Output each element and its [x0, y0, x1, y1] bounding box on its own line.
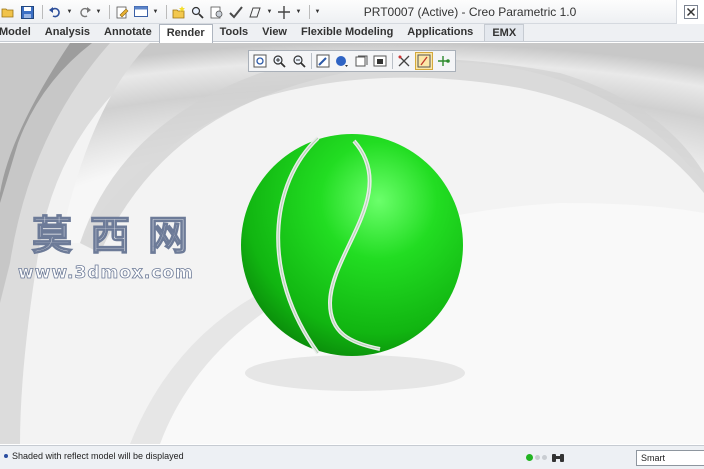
separator: [166, 5, 167, 19]
separator: [392, 53, 394, 69]
view-toolbar: [248, 50, 456, 72]
status-light-gray: [535, 455, 540, 460]
ribbon-tab-bar: Model Analysis Annotate Render Tools Vie…: [0, 24, 704, 43]
watermark-chinese: 莫西网: [31, 211, 206, 259]
undo-dropdown-icon[interactable]: ▼: [66, 4, 73, 20]
separator: [310, 53, 312, 69]
settings-icon[interactable]: [209, 4, 225, 20]
datum-icon[interactable]: [276, 4, 292, 20]
new-folder-icon[interactable]: [171, 4, 187, 20]
graphics-window[interactable]: 莫西网 www.3dmox.com: [0, 43, 704, 444]
zoom-out-icon[interactable]: [289, 52, 307, 70]
tab-analysis[interactable]: Analysis: [38, 24, 97, 42]
tab-render[interactable]: Render: [158, 24, 213, 43]
tab-flexible-modeling[interactable]: Flexible Modeling: [294, 24, 400, 42]
separator: [42, 5, 43, 19]
regenerate-icon[interactable]: [114, 4, 130, 20]
refit-icon[interactable]: [251, 52, 269, 70]
title-bar: ▼ ▼ ▼ ▼ ▼ ▼ PRT0007 (Active) - Creo Para…: [0, 0, 704, 24]
zoom-in-icon[interactable]: [270, 52, 288, 70]
sketch-icon[interactable]: [247, 4, 263, 20]
tab-model[interactable]: Model: [0, 24, 38, 42]
message-bullet-icon: [4, 454, 8, 458]
view-manager-icon[interactable]: [371, 52, 389, 70]
watermark-url: www.3dmox.com: [18, 263, 194, 284]
find-button[interactable]: [550, 451, 566, 465]
quick-access-toolbar: ▼ ▼ ▼ ▼ ▼ ▼: [0, 3, 324, 21]
sketch-dropdown-icon[interactable]: ▼: [266, 4, 273, 20]
windows-icon[interactable]: [133, 4, 149, 20]
status-lights: [526, 454, 549, 461]
window-title: PRT0007 (Active) - Creo Parametric 1.0: [363, 5, 577, 19]
status-bar: Shaded with reflect model will be displa…: [0, 445, 704, 469]
redo-dropdown-icon[interactable]: ▼: [95, 4, 102, 20]
windows-dropdown-icon[interactable]: ▼: [152, 4, 159, 20]
tab-view[interactable]: View: [255, 24, 294, 42]
open-icon[interactable]: [0, 4, 16, 20]
tab-annotate[interactable]: Annotate: [97, 24, 159, 42]
saved-orientations-icon[interactable]: [352, 52, 370, 70]
spin-center-icon[interactable]: [434, 52, 452, 70]
separator: [109, 5, 110, 19]
find-icon[interactable]: [190, 4, 206, 20]
binoculars-icon: [552, 454, 564, 462]
ball-body: [241, 134, 463, 356]
close-icon: [683, 5, 698, 19]
display-style-icon[interactable]: [333, 52, 351, 70]
redo-icon[interactable]: [76, 4, 92, 20]
tab-emx[interactable]: EMX: [484, 24, 525, 42]
message-area: Shaded with reflect model will be displa…: [4, 451, 184, 461]
selection-filter-select[interactable]: Smart: [636, 450, 704, 466]
close-window-button[interactable]: [676, 0, 704, 24]
datum-display-icon[interactable]: [414, 52, 433, 70]
repaint-icon[interactable]: [314, 52, 332, 70]
tab-applications[interactable]: Applications: [400, 24, 480, 42]
status-message: Shaded with reflect model will be displa…: [12, 451, 184, 461]
tab-tools[interactable]: Tools: [213, 24, 256, 42]
watermark: 莫西网 www.3dmox.com: [18, 203, 218, 283]
status-light-gray: [542, 455, 547, 460]
undo-icon[interactable]: [47, 4, 63, 20]
perspective-icon[interactable]: [395, 52, 413, 70]
check-icon[interactable]: [228, 4, 244, 20]
save-icon[interactable]: [19, 4, 35, 20]
status-light-green: [526, 454, 533, 461]
